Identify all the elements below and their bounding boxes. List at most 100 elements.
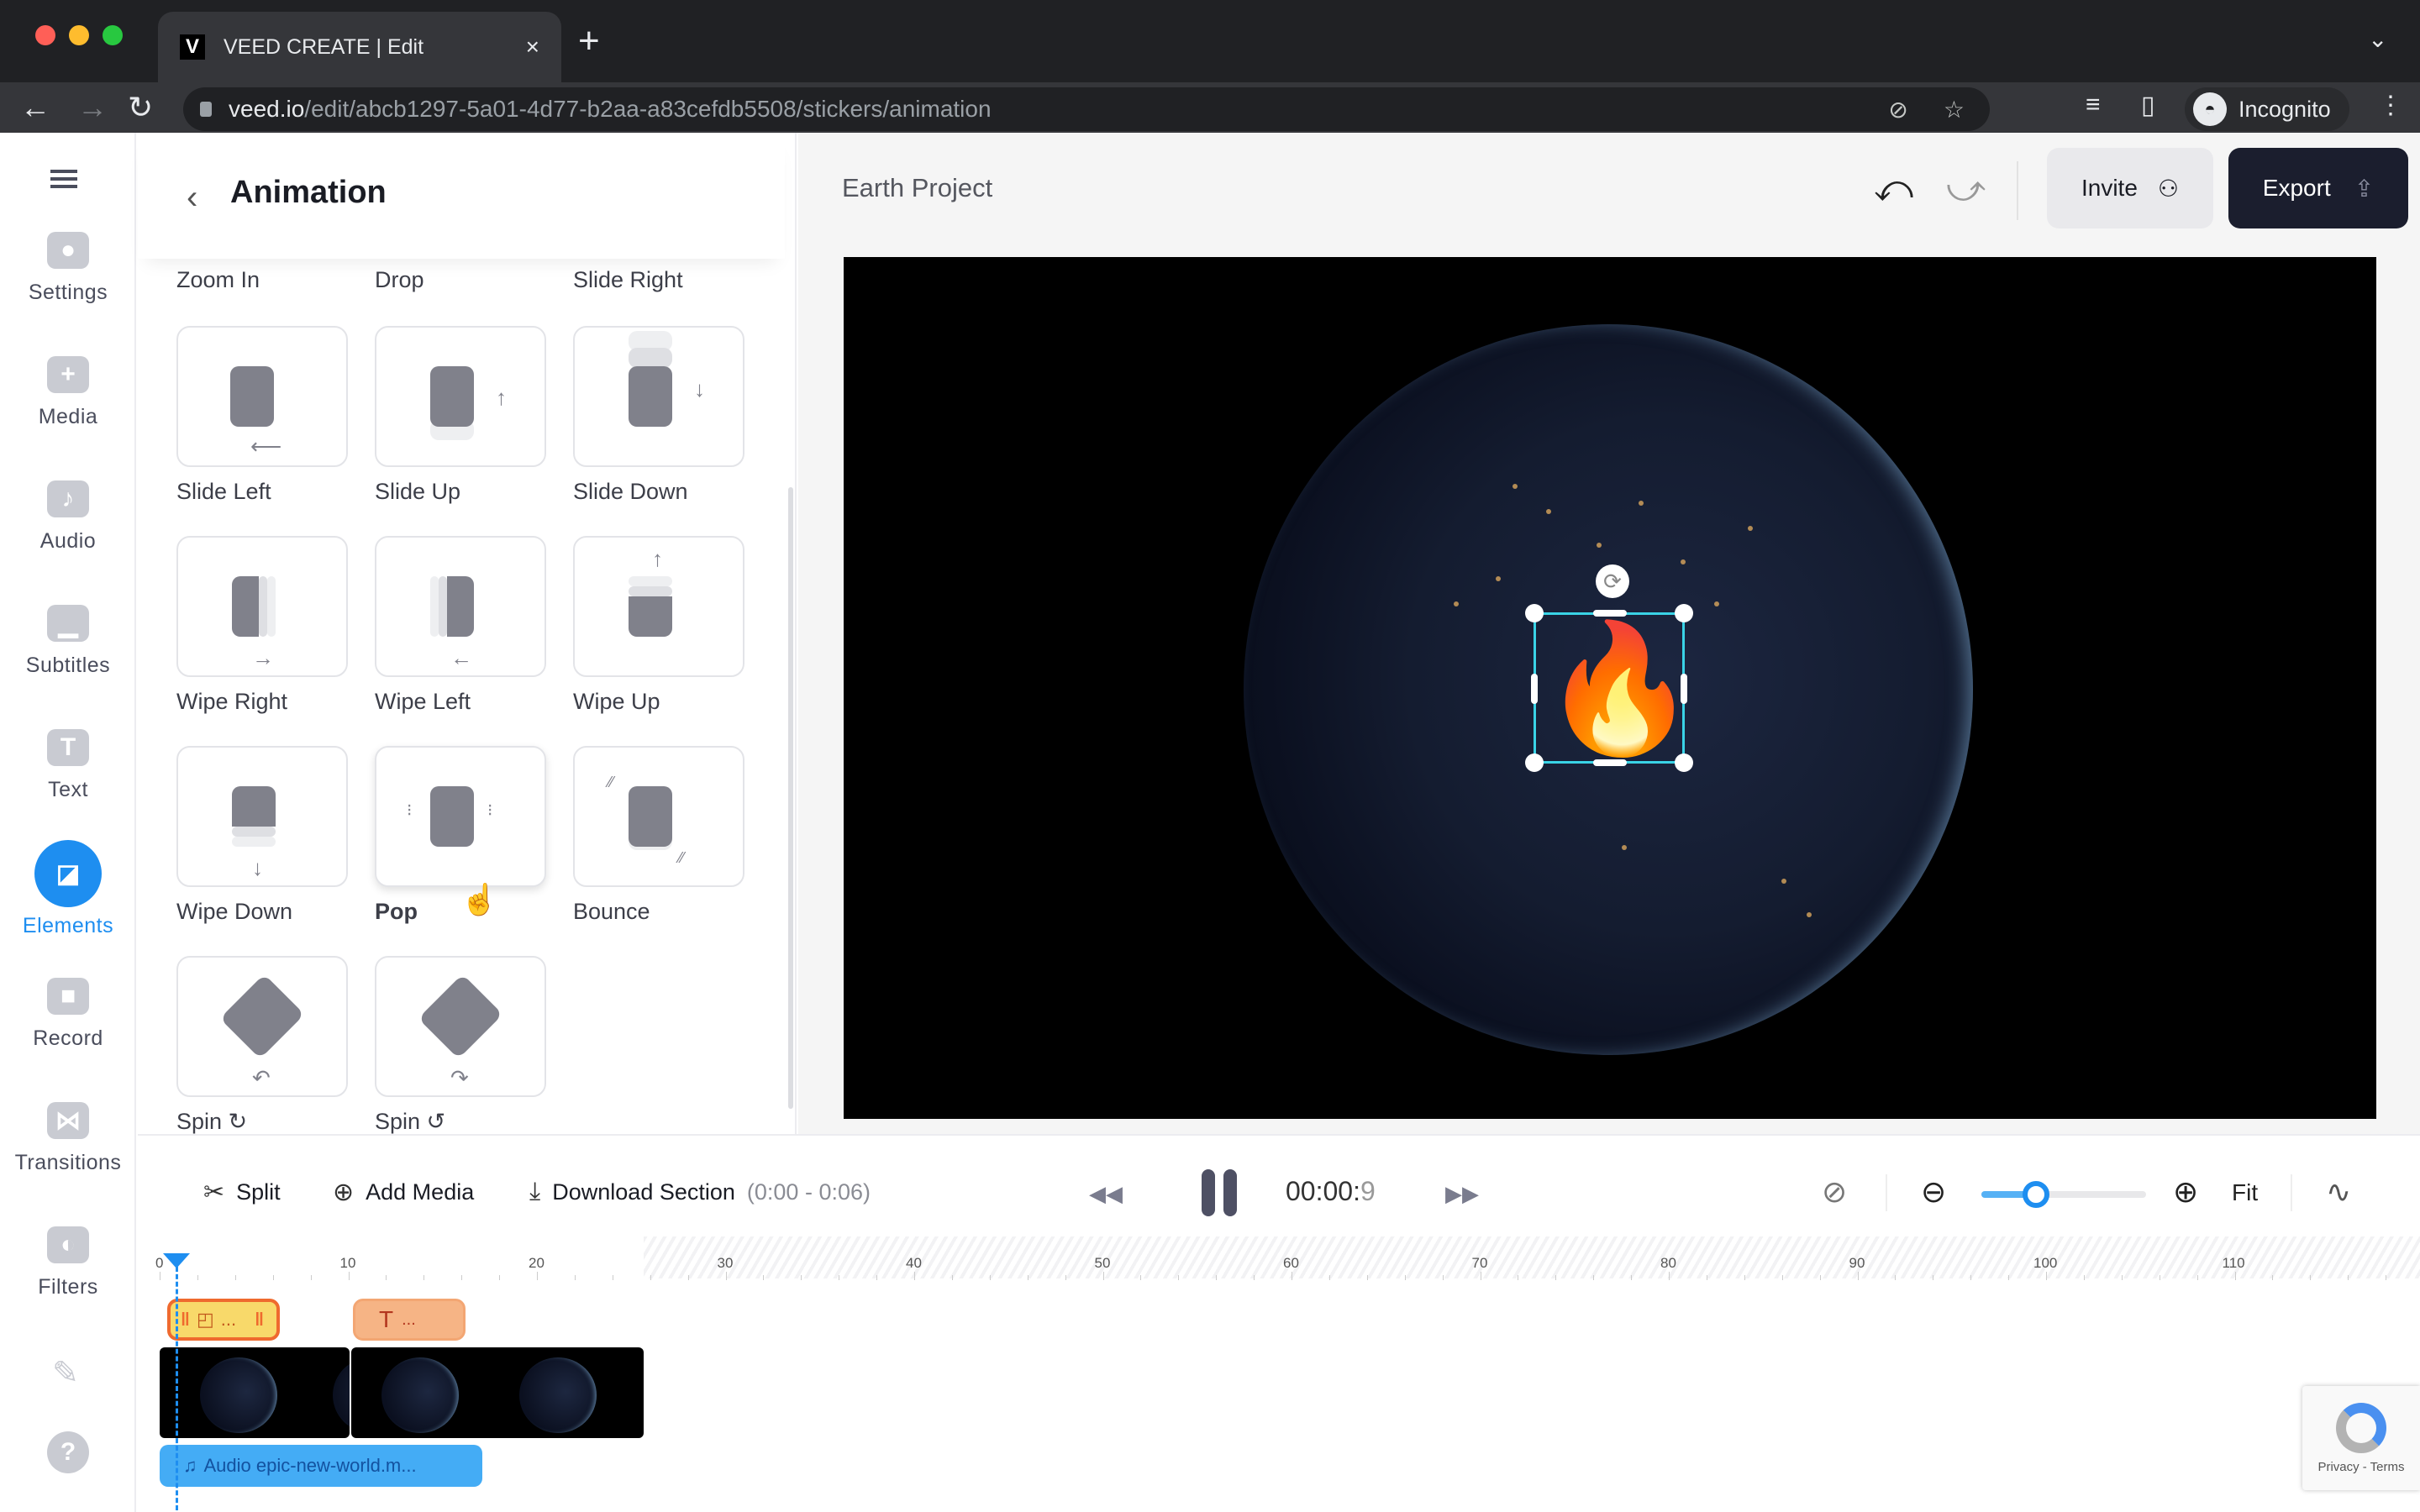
fire-sticker[interactable]: 🔥 bbox=[1541, 620, 1698, 756]
hamburger-menu-icon[interactable] bbox=[50, 170, 77, 188]
timeline-tick bbox=[574, 1275, 576, 1280]
tab-list-chevron-icon[interactable]: ⌄ bbox=[2368, 25, 2387, 53]
incognito-profile-button[interactable]: ◓ Incognito bbox=[2185, 87, 2349, 131]
undo-button[interactable]: ⤺ bbox=[1874, 168, 1913, 210]
minimize-window-button[interactable] bbox=[69, 25, 89, 45]
direction-arrow-icon: ⟵ bbox=[250, 433, 282, 459]
pause-button[interactable] bbox=[1202, 1169, 1239, 1216]
sidebar-item-media[interactable]: + Media bbox=[0, 356, 136, 429]
incognito-icon: ◓ bbox=[2193, 92, 2227, 126]
audio-clip[interactable]: ♫ Audio epic-new-world.m... bbox=[160, 1445, 482, 1487]
clip-trim-handle-left[interactable]: ‖ bbox=[181, 1309, 190, 1331]
animation-option-spin[interactable]: ↷ bbox=[375, 956, 546, 1097]
animation-option-bounce[interactable]: ⁄⁄ ⁄⁄ bbox=[573, 746, 744, 887]
elements-icon: ◪ bbox=[34, 840, 102, 907]
resize-handle-bottom[interactable] bbox=[1593, 759, 1627, 766]
sidebar-item-filters[interactable]: ◐ Filters bbox=[0, 1226, 136, 1299]
fast-forward-icon[interactable]: ▶▶ bbox=[1445, 1181, 1479, 1207]
sidebar-item-audio[interactable]: ♪ Audio bbox=[0, 480, 136, 554]
timeline-tick bbox=[197, 1275, 198, 1280]
animation-option-slide-down[interactable]: ↓ bbox=[573, 326, 744, 467]
video-canvas[interactable]: ⟳ 🔥 bbox=[844, 257, 2376, 1119]
animation-option-wipe-left[interactable]: ← bbox=[375, 536, 546, 677]
zoom-slider-knob[interactable] bbox=[2022, 1181, 2049, 1208]
animation-option-slide-up[interactable]: ↑ bbox=[375, 326, 546, 467]
resize-handle-top-left[interactable] bbox=[1525, 604, 1544, 622]
forward-icon[interactable]: → bbox=[77, 84, 108, 131]
reload-icon[interactable]: ↻ bbox=[128, 84, 153, 131]
waveform-icon[interactable]: ∿ bbox=[2326, 1174, 2351, 1210]
sidebar-item-settings[interactable]: ● Settings bbox=[0, 232, 136, 305]
sidepanel-icon[interactable]: ▯ bbox=[2141, 91, 2155, 120]
redo-button[interactable]: ⤻ bbox=[1946, 168, 1986, 210]
add-media-button[interactable]: ⊕ Add Media bbox=[333, 1178, 474, 1207]
playhead-handle[interactable] bbox=[163, 1253, 191, 1268]
rewind-icon[interactable]: ◀◀ bbox=[1089, 1181, 1123, 1207]
sticker-clip[interactable]: ‖ ◰ ... ‖ bbox=[167, 1299, 280, 1341]
clip-trim-handle-right[interactable]: ‖ bbox=[255, 1309, 264, 1331]
recaptcha-badge[interactable]: Privacy - Terms bbox=[2302, 1386, 2420, 1490]
animation-option-pop[interactable]: ⁝ ⁝ bbox=[375, 746, 546, 887]
help-icon[interactable]: ? bbox=[47, 1431, 89, 1473]
resize-handle-bottom-right[interactable] bbox=[1675, 753, 1693, 772]
split-button[interactable]: ✂ Split bbox=[203, 1178, 281, 1207]
timeline-tick bbox=[1178, 1275, 1180, 1280]
timeline-tick bbox=[1254, 1275, 1255, 1280]
pencil-icon[interactable]: ✎ bbox=[52, 1354, 79, 1392]
animation-option-wipe-up[interactable]: ↑ bbox=[573, 536, 744, 677]
sidebar-item-record[interactable]: ■ Record bbox=[0, 978, 136, 1051]
star-icon[interactable]: ☆ bbox=[1944, 96, 1965, 123]
close-window-button[interactable] bbox=[35, 25, 55, 45]
browser-tab[interactable]: V VEED CREATE | Edit × bbox=[158, 12, 561, 82]
sidebar-item-elements[interactable]: ◪ Elements bbox=[0, 840, 136, 938]
text-clip[interactable]: T ... bbox=[353, 1299, 466, 1341]
sticker-clip-label: ... bbox=[220, 1309, 237, 1330]
resize-handle-bottom-left[interactable] bbox=[1525, 753, 1544, 772]
timeline-tick bbox=[2121, 1275, 2123, 1280]
project-title[interactable]: Earth Project bbox=[842, 173, 992, 203]
media-control-icon[interactable]: ≡ bbox=[2086, 91, 2101, 119]
download-label: Download Section bbox=[552, 1179, 735, 1205]
sidebar-item-subtitles[interactable]: ▁ Subtitles bbox=[0, 605, 136, 678]
animation-option-wipe-down[interactable]: ↓ bbox=[176, 746, 348, 887]
timeline-tick bbox=[914, 1272, 915, 1280]
export-button[interactable]: Export ⇪ bbox=[2228, 148, 2408, 228]
text-icon: T bbox=[379, 1306, 394, 1332]
resize-handle-top[interactable] bbox=[1593, 610, 1627, 617]
audio-clip-label: Audio epic-new-world.m... bbox=[203, 1455, 417, 1476]
fit-button[interactable]: Fit bbox=[2232, 1179, 2258, 1206]
zoom-in-icon[interactable]: ⊕ bbox=[2173, 1174, 2198, 1210]
more-icon[interactable]: ⋮ bbox=[2378, 91, 2403, 120]
close-tab-icon[interactable]: × bbox=[526, 34, 539, 60]
maximize-window-button[interactable] bbox=[103, 25, 123, 45]
back-icon[interactable]: ← bbox=[20, 84, 50, 131]
timeline-tick bbox=[537, 1272, 538, 1280]
sticker-selection-box[interactable]: 🔥 bbox=[1525, 604, 1698, 772]
animation-option-slide-left[interactable]: ⟵ bbox=[176, 326, 348, 467]
address-bar[interactable]: veed.io /edit/abcb1297-5a01-4d77-b2aa-a8… bbox=[183, 87, 1990, 131]
recaptcha-links[interactable]: Privacy - Terms bbox=[2317, 1460, 2404, 1474]
resize-handle-left[interactable] bbox=[1531, 674, 1538, 704]
new-tab-button[interactable]: + bbox=[578, 20, 600, 62]
video-clip[interactable] bbox=[160, 1347, 350, 1438]
sidebar-item-transitions[interactable]: ⋈ Transitions bbox=[0, 1102, 136, 1175]
timeline-tick-label: 90 bbox=[1849, 1255, 1865, 1271]
text-icon: T bbox=[47, 729, 89, 766]
back-button[interactable]: ‹ bbox=[187, 178, 197, 217]
animation-option-spin[interactable]: ↶ bbox=[176, 956, 348, 1097]
profile-label: Incognito bbox=[2238, 96, 2331, 122]
resize-handle-right[interactable] bbox=[1681, 674, 1687, 704]
animation-option-wipe-right[interactable]: → bbox=[176, 536, 348, 677]
invite-button[interactable]: Invite ⚇ bbox=[2047, 148, 2213, 228]
zoom-out-icon[interactable]: ⊖ bbox=[1921, 1174, 1946, 1210]
download-section-button[interactable]: ⤓ Download Section (0:00 - 0:06) bbox=[529, 1178, 871, 1206]
animation-label: Spin ↺ bbox=[375, 1109, 446, 1134]
panel-scrollbar[interactable] bbox=[788, 487, 793, 1109]
video-clip[interactable] bbox=[351, 1347, 644, 1438]
mute-audio-icon[interactable]: ⊘ bbox=[1822, 1174, 1847, 1210]
eye-off-icon[interactable]: ⊘ bbox=[1888, 96, 1907, 123]
timeline-tick bbox=[2083, 1275, 2085, 1280]
sidebar-item-text[interactable]: T Text bbox=[0, 729, 136, 802]
rotate-handle-icon[interactable]: ⟳ bbox=[1596, 564, 1629, 598]
resize-handle-top-right[interactable] bbox=[1675, 604, 1693, 622]
